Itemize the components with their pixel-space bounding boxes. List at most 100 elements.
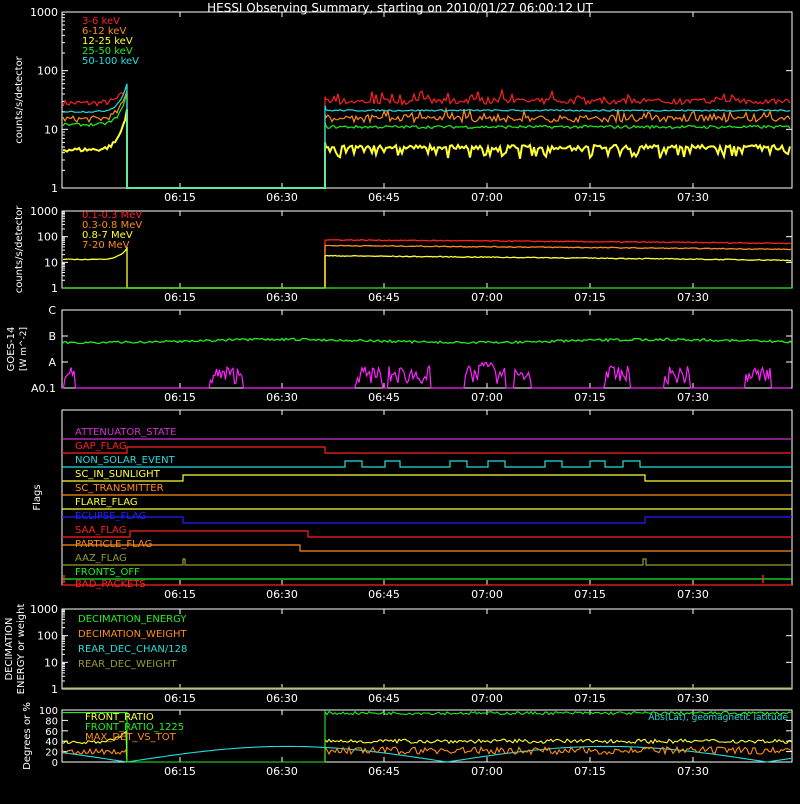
flag-label-0: ATTENUATOR_STATE xyxy=(75,427,176,438)
hxr-ylabel: counts/s/detector xyxy=(14,55,25,143)
gamma-panel-ytick-label: 1000 xyxy=(30,205,58,218)
goes-series-0 xyxy=(61,337,793,345)
decimation-legend-1: DECIMATION_WEIGHT xyxy=(78,629,187,640)
gamma-panel-xtick-label: 07:00 xyxy=(471,291,503,304)
pointing-panel-xtick-label: 07:15 xyxy=(574,765,606,778)
gamma-panel-ytick-label: 10 xyxy=(44,256,58,269)
decimation-panel-xtick-label: 06:45 xyxy=(368,692,400,705)
hxr-panel-xtick-label: 06:30 xyxy=(266,191,298,204)
pointing-panel-xtick-label: 07:00 xyxy=(471,765,503,778)
pointing-annotation: Abs(Lat), geomagnetic latitude xyxy=(648,713,788,723)
goes-panel-xtick-label: 06:15 xyxy=(164,391,196,404)
pointing-legend-2: MAX_DET_VS_TOT xyxy=(85,732,177,743)
goes-panel-xtick-label: 06:30 xyxy=(266,391,298,404)
hxr-panel-xtick-label: 06:15 xyxy=(164,191,196,204)
goes-ylabel2: [W m^-2] xyxy=(19,327,29,371)
hxr-series-1 xyxy=(62,90,791,189)
goes-panel-xtick-label: 07:30 xyxy=(677,391,709,404)
flag-trace-7 xyxy=(62,530,792,538)
pointing-series-2 xyxy=(61,745,792,763)
flag-label-5: FLARE_FLAG xyxy=(75,497,138,508)
gamma-legend-3: 7-20 MeV xyxy=(82,240,130,251)
flags-panel-xtick-label: 07:00 xyxy=(471,588,503,601)
pointing-panel-xtick-label: 07:30 xyxy=(677,765,709,778)
hxr-series-4 xyxy=(62,83,791,189)
goes-panel-xtick-label: 06:45 xyxy=(368,391,400,404)
summary-plot: HESSI Observing Summary, starting on 201… xyxy=(0,0,800,800)
gamma-panel-xtick-label: 06:30 xyxy=(266,291,298,304)
gamma-series-1 xyxy=(62,244,792,289)
flag-label-9: AAZ_FLAG xyxy=(75,553,127,564)
gamma-panel-xtick-label: 07:15 xyxy=(574,291,606,304)
pointing-ylabel: Degrees or % xyxy=(22,702,33,770)
flags-panel-xtick-label: 07:30 xyxy=(677,588,709,601)
goes-ytick-label: B xyxy=(48,330,56,343)
hxr-panel-xtick-label: 06:45 xyxy=(368,191,400,204)
decimation-panel-ytick-label: 10 xyxy=(44,656,58,669)
goes-ylabel: GOES-14 xyxy=(6,327,17,372)
decimation-ylabel: DECIMATION xyxy=(4,617,15,680)
pointing-ytick-label: 80 xyxy=(45,716,58,727)
pointing-panel-xtick-label: 06:45 xyxy=(368,765,400,778)
pointing-ytick-label: 60 xyxy=(45,727,58,738)
flags-panel-xtick-label: 06:15 xyxy=(164,588,196,601)
goes-ytick-label: A xyxy=(48,356,56,369)
decimation-legend-2: REAR_DEC_CHAN/128 xyxy=(78,644,187,655)
flag-trace-8 xyxy=(62,544,792,552)
goes-panel-xtick-label: 07:00 xyxy=(471,391,503,404)
flag-label-4: SC_TRANSMITTER xyxy=(75,483,164,494)
flag-label-7: SAA_FLAG xyxy=(75,525,126,536)
decimation-ylabel2: ENERGY or weight xyxy=(16,604,27,695)
hxr-panel-frame xyxy=(61,11,793,189)
goes-series-1 xyxy=(62,361,791,389)
gamma-panel-xtick-label: 06:45 xyxy=(368,291,400,304)
gamma-panel-frame xyxy=(61,210,793,289)
gamma-ylabel: counts/s/detector xyxy=(14,205,25,293)
gamma-panel-xtick-label: 07:30 xyxy=(677,291,709,304)
flags-panel-xtick-label: 06:45 xyxy=(368,588,400,601)
plot-title: HESSI Observing Summary, starting on 201… xyxy=(207,1,593,15)
goes-ytick-label: A0.1 xyxy=(31,382,56,395)
decimation-panel-xtick-label: 07:00 xyxy=(471,692,503,705)
hxr-panel-xtick-label: 07:00 xyxy=(471,191,503,204)
flag-trace-6 xyxy=(62,516,792,524)
flag-trace-3 xyxy=(62,474,792,482)
pointing-panel-xtick-label: 06:30 xyxy=(266,765,298,778)
flag-label-2: NON_SOLAR_EVENT xyxy=(75,455,176,466)
flag-trace-9 xyxy=(62,558,792,566)
hxr-series-2 xyxy=(62,109,791,189)
flags-panel-xtick-label: 07:15 xyxy=(574,588,606,601)
pointing-ytick-label: 100 xyxy=(39,706,58,717)
decimation-legend-3: REAR_DEC_WEIGHT xyxy=(78,659,177,670)
decimation-panel-ytick-label: 100 xyxy=(37,630,58,643)
hxr-series-0 xyxy=(62,85,791,189)
flag-label-3: SC_IN_SUNLIGHT xyxy=(75,469,161,480)
pointing-panel-xtick-label: 06:15 xyxy=(164,765,196,778)
flag-trace-1 xyxy=(62,446,792,454)
flag-label-10: FRONTS_OFF xyxy=(75,567,140,578)
pointing-ytick-label: 0 xyxy=(52,758,58,769)
hxr-panel-xtick-label: 07:30 xyxy=(677,191,709,204)
gamma-panel-ytick-label: 100 xyxy=(37,231,58,244)
decimation-panel-ytick-label: 1 xyxy=(51,683,58,696)
decimation-panel-xtick-label: 06:30 xyxy=(266,692,298,705)
hxr-panel-xtick-label: 07:15 xyxy=(574,191,606,204)
decimation-panel-xtick-label: 07:30 xyxy=(677,692,709,705)
hxr-panel-ytick-label: 100 xyxy=(37,65,58,78)
flag-label-1: GAP_FLAG xyxy=(75,441,127,452)
hxr-series-3 xyxy=(62,93,791,189)
flags-ylabel: Flags xyxy=(32,484,43,510)
pointing-latitude xyxy=(61,745,792,763)
decimation-panel-ytick-label: 1000 xyxy=(30,603,58,616)
pointing-ytick-label: 20 xyxy=(45,748,58,759)
flags-panel-xtick-label: 06:30 xyxy=(266,588,298,601)
gamma-panel-ytick-label: 1 xyxy=(51,282,58,295)
chart-canvas: 06:15 06:30 06:45 07:00 07:15 07:301101001000… xyxy=(4,6,793,778)
goes-panel-xtick-label: 07:15 xyxy=(574,391,606,404)
decimation-legend-0: DECIMATION_ENERGY xyxy=(78,614,187,625)
hxr-panel-ytick-label: 10 xyxy=(44,123,58,136)
hxr-legend-4: 50-100 keV xyxy=(82,56,139,67)
pointing-ytick-label: 40 xyxy=(45,737,58,748)
hxr-panel-ytick-label: 1 xyxy=(51,182,58,195)
gamma-series-2 xyxy=(62,246,792,289)
